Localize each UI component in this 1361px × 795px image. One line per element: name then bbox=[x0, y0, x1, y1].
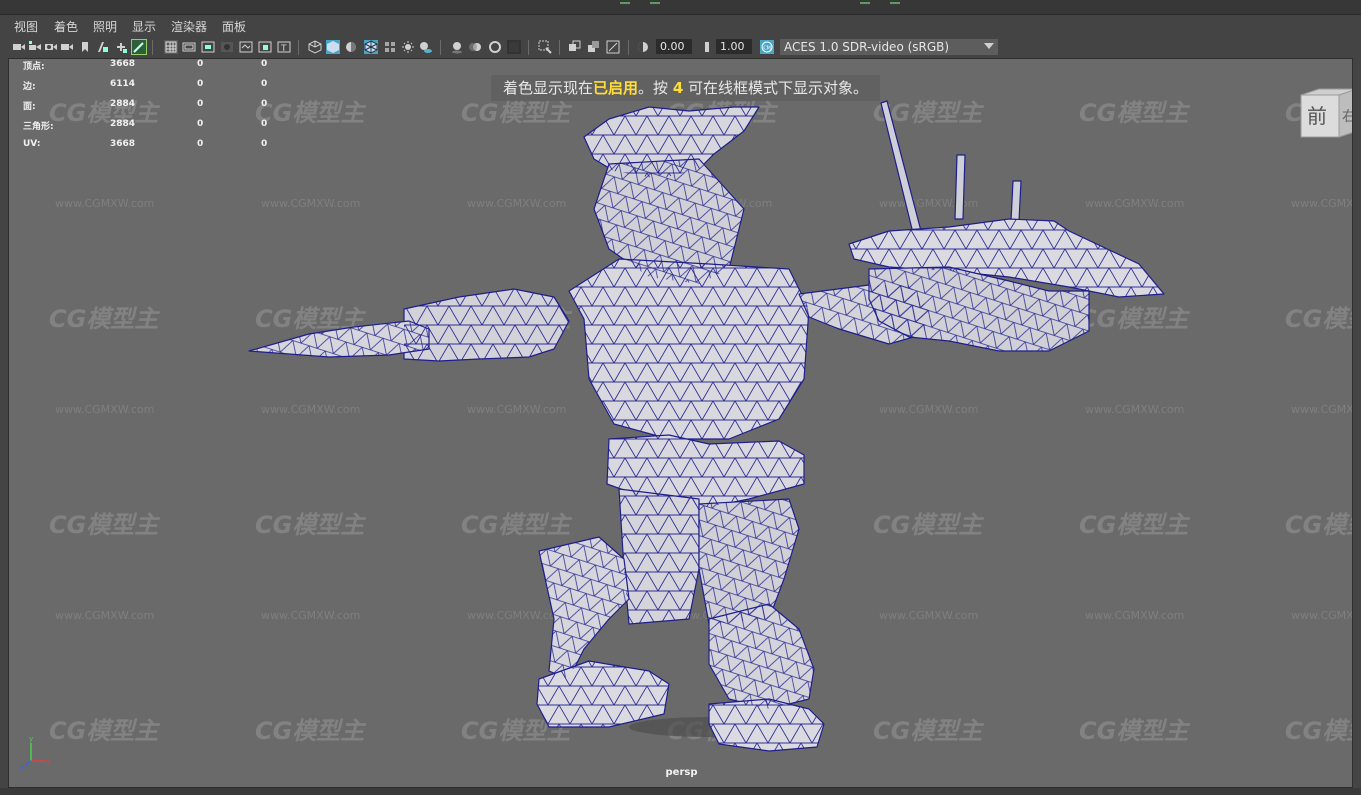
default-material-icon[interactable] bbox=[344, 40, 358, 54]
use-all-lights-icon[interactable] bbox=[401, 40, 415, 54]
bookmark-camera-icon[interactable] bbox=[44, 40, 58, 54]
multisample-aa-icon[interactable] bbox=[488, 40, 502, 54]
menu-show[interactable]: 显示 bbox=[132, 18, 156, 35]
toolbar-separator bbox=[152, 40, 153, 55]
gamma-icon[interactable] bbox=[698, 40, 712, 54]
view-cube-front-label[interactable]: 前 bbox=[1307, 104, 1327, 128]
menu-panels[interactable]: 面板 bbox=[222, 18, 246, 35]
poly-count-hud: 顶点: 3668 0 0 边: 6114 0 0 面: 2884 0 0 三角形… bbox=[23, 59, 293, 159]
window-bottom-edge bbox=[0, 788, 1361, 795]
menu-renderer[interactable]: 渲染器 bbox=[171, 18, 207, 35]
hud-label: 三角形: bbox=[23, 122, 54, 132]
exposure-field[interactable]: 0.00 bbox=[656, 39, 692, 54]
svg-text:CM: CM bbox=[763, 46, 771, 52]
hud-label: UV: bbox=[23, 139, 41, 149]
camera-attributes-icon[interactable] bbox=[28, 40, 42, 54]
toolbar-separator bbox=[440, 40, 441, 55]
hud-row-triangles: 三角形: 2884 0 0 bbox=[23, 119, 293, 139]
panel-menu-bar: 视图 着色 照明 显示 渲染器 面板 bbox=[0, 15, 1361, 36]
notice-text: 。按 bbox=[638, 79, 673, 97]
chevron-down-icon bbox=[984, 43, 994, 49]
hud-value: 0 bbox=[261, 99, 268, 109]
xray-joints-icon[interactable] bbox=[587, 40, 601, 54]
screen-space-ao-icon[interactable] bbox=[450, 40, 464, 54]
panel-top-strip bbox=[0, 0, 1361, 15]
gamma-field[interactable]: 1.00 bbox=[716, 39, 752, 54]
xray-icon[interactable] bbox=[568, 40, 582, 54]
gate-mask-icon[interactable] bbox=[220, 40, 234, 54]
color-management-icon[interactable]: CM bbox=[760, 40, 774, 54]
menu-view[interactable]: 视图 bbox=[14, 18, 38, 35]
backface-culling-icon[interactable] bbox=[606, 40, 620, 54]
toolbar-separator bbox=[528, 40, 529, 55]
hud-value: 0 bbox=[261, 119, 268, 129]
menu-lighting[interactable]: 照明 bbox=[93, 18, 117, 35]
motion-blur-icon[interactable] bbox=[469, 40, 483, 54]
view-cube[interactable]: 前 右 bbox=[1299, 87, 1353, 139]
svg-text:T: T bbox=[280, 44, 287, 54]
select-camera-icon[interactable] bbox=[12, 40, 26, 54]
grease-pencil-icon[interactable] bbox=[131, 39, 147, 55]
film-gate-icon[interactable] bbox=[182, 40, 196, 54]
safe-action-icon[interactable] bbox=[258, 40, 272, 54]
color-space-value: ACES 1.0 SDR-video (sRGB) bbox=[784, 40, 950, 54]
notice-text: 可在线框模式下显示对象。 bbox=[683, 79, 869, 97]
notice-key: 4 bbox=[672, 79, 684, 97]
hud-value: 2884 bbox=[110, 99, 136, 109]
hud-value: 0 bbox=[197, 119, 204, 129]
hud-label: 面: bbox=[23, 102, 36, 112]
svg-text:y: y bbox=[29, 735, 33, 743]
exposure-icon[interactable] bbox=[636, 40, 650, 54]
resolution-gate-icon[interactable] bbox=[201, 40, 215, 54]
hud-label: 边: bbox=[23, 82, 36, 92]
hud-value: 0 bbox=[261, 139, 268, 149]
smooth-shade-icon[interactable] bbox=[326, 40, 340, 54]
grid-icon[interactable] bbox=[164, 40, 178, 54]
image-plane-icon[interactable] bbox=[96, 40, 110, 54]
hud-value: 3668 bbox=[110, 139, 136, 149]
toolbar-separator bbox=[628, 40, 629, 55]
toolbar-separator bbox=[298, 40, 299, 55]
in-view-message: 着色显示现在已启用。按 4 可在线框模式下显示对象。 bbox=[491, 75, 881, 101]
hud-value: 0 bbox=[197, 79, 204, 89]
hud-row-vertices: 顶点: 3668 0 0 bbox=[23, 59, 293, 79]
hud-row-edges: 边: 6114 0 0 bbox=[23, 79, 293, 99]
panel-toolbar: T 0.00 1.00 CM ACES 1.0 SDR-video (sRGB) bbox=[8, 37, 1353, 58]
wireframe-on-shaded-icon[interactable] bbox=[364, 40, 378, 54]
hud-row-uvs: UV: 3668 0 0 bbox=[23, 139, 293, 159]
svg-text:x: x bbox=[46, 758, 50, 766]
hud-value: 0 bbox=[197, 59, 204, 69]
depth-of-field-icon[interactable] bbox=[507, 40, 521, 54]
persp-viewport[interactable]: CG模型主 www.CGMXW.com CG模型主 www.CGMXW.com CG模型… bbox=[8, 58, 1353, 788]
camera-name-label: persp bbox=[665, 767, 698, 778]
maya-window: 视图 着色 照明 显示 渲染器 面板 T 0.00 1.00 CM ACES 1… bbox=[0, 0, 1361, 795]
shadows-icon[interactable] bbox=[419, 40, 433, 54]
camera-lock-icon[interactable] bbox=[60, 40, 74, 54]
hud-value: 6114 bbox=[110, 79, 136, 89]
hud-value: 0 bbox=[261, 79, 268, 89]
textured-icon[interactable] bbox=[383, 40, 397, 54]
hud-label: 顶点: bbox=[23, 62, 45, 72]
field-chart-icon[interactable] bbox=[239, 40, 253, 54]
hud-value: 0 bbox=[197, 99, 204, 109]
view-cube-right-label[interactable]: 右 bbox=[1342, 109, 1353, 125]
character-model[interactable] bbox=[9, 59, 1353, 788]
two-d-pan-icon[interactable] bbox=[114, 40, 128, 54]
hud-value: 0 bbox=[261, 59, 268, 69]
notice-text: 着色显示现在 bbox=[503, 79, 594, 97]
menu-shading[interactable]: 着色 bbox=[54, 18, 78, 35]
toolbar-separator bbox=[559, 40, 560, 55]
notice-highlight: 已启用 bbox=[593, 79, 639, 97]
isolate-select-icon[interactable] bbox=[538, 40, 552, 54]
safe-title-icon[interactable]: T bbox=[277, 40, 291, 54]
hud-value: 2884 bbox=[110, 119, 136, 129]
axis-gizmo-icon: y x z bbox=[20, 735, 50, 771]
hud-value: 0 bbox=[197, 139, 204, 149]
hud-value: 3668 bbox=[110, 59, 136, 69]
hud-row-faces: 面: 2884 0 0 bbox=[23, 99, 293, 119]
bookmark-icon[interactable] bbox=[78, 40, 92, 54]
wireframe-icon[interactable] bbox=[308, 40, 322, 54]
color-space-dropdown[interactable]: ACES 1.0 SDR-video (sRGB) bbox=[780, 39, 998, 55]
